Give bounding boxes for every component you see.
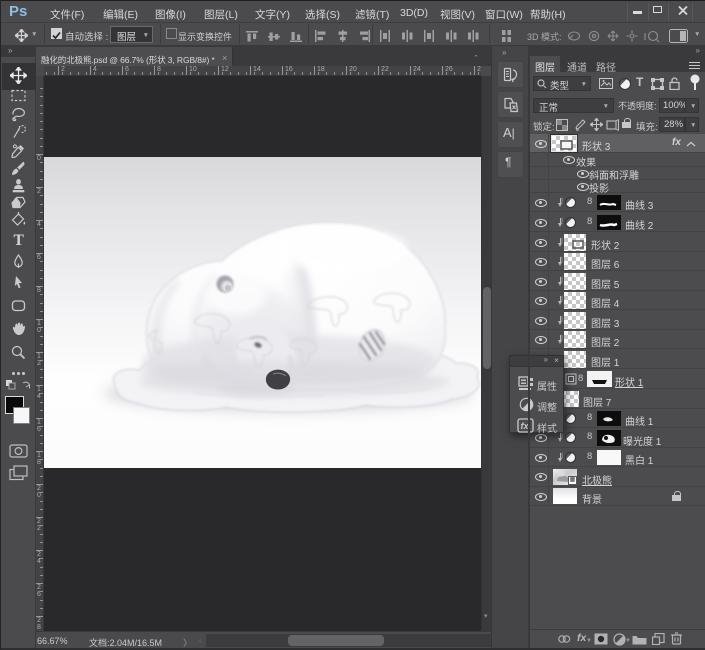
- svg-text:T: T: [14, 232, 25, 248]
